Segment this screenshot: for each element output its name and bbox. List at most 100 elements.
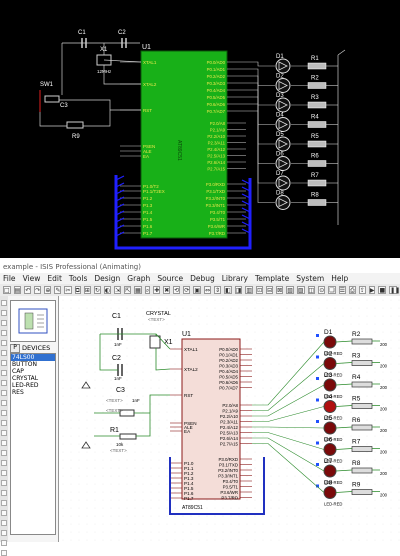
device-item[interactable]: CAP bbox=[11, 368, 55, 375]
menu-item-view[interactable]: View bbox=[23, 273, 41, 284]
mode-tool-24[interactable] bbox=[1, 540, 7, 546]
mode-tool-4[interactable] bbox=[1, 340, 7, 346]
mode-tool-12[interactable] bbox=[1, 420, 7, 426]
mode-tool-22[interactable] bbox=[1, 520, 7, 526]
mode-tool-7[interactable] bbox=[1, 370, 7, 376]
toolbar-button-11[interactable]: ⇲ bbox=[114, 286, 122, 294]
toolbar-button-10[interactable]: ◐ bbox=[103, 286, 112, 294]
mode-tool-18[interactable] bbox=[1, 480, 7, 486]
menu-item-design[interactable]: Design bbox=[94, 273, 120, 284]
device-item[interactable]: RES bbox=[11, 389, 55, 396]
toolbar-button-37[interactable]: ■ bbox=[378, 286, 387, 294]
mcu-right-pin-label: P0.7/AD7 bbox=[207, 109, 226, 114]
grid-dot bbox=[62, 315, 64, 317]
toolbar-button-24[interactable]: ▥ bbox=[245, 286, 254, 294]
reset-resistor bbox=[66, 121, 84, 129]
grid-dot bbox=[318, 531, 320, 533]
toolbar-button-12[interactable]: ⇱ bbox=[124, 286, 132, 294]
device-item[interactable]: BUTTON bbox=[11, 361, 55, 368]
toolbar-button-23[interactable]: ◨ bbox=[234, 286, 243, 294]
menu-item-debug[interactable]: Debug bbox=[190, 273, 215, 284]
toolbar-button-4[interactable]: ⊕ bbox=[44, 286, 52, 294]
toolbar-button-14[interactable]: ⌕ bbox=[144, 286, 151, 294]
toolbar-button-8[interactable]: ⊞ bbox=[83, 286, 91, 294]
toolbar-button-3[interactable]: ↷ bbox=[34, 286, 42, 294]
grid-dot bbox=[382, 499, 384, 501]
mode-tool-5[interactable] bbox=[1, 350, 7, 356]
mode-tool-0[interactable] bbox=[1, 300, 7, 306]
grid-dot bbox=[254, 531, 256, 533]
menu-item-source[interactable]: Source bbox=[157, 273, 183, 284]
mode-tool-6[interactable] bbox=[1, 360, 7, 366]
mode-tool-10[interactable] bbox=[1, 400, 7, 406]
led-feed-wire bbox=[252, 363, 325, 411]
grid-dot bbox=[150, 331, 152, 333]
device-item[interactable]: LED-RED bbox=[11, 382, 55, 389]
toolbar-button-25[interactable]: ⊡ bbox=[256, 286, 264, 294]
toolbar-button-17[interactable]: ⟲ bbox=[173, 286, 181, 294]
menu-item-library[interactable]: Library bbox=[222, 273, 248, 284]
toolbar-button-21[interactable]: ⇕ bbox=[214, 286, 222, 294]
menu-item-system[interactable]: System bbox=[296, 273, 324, 284]
toolbar-button-31[interactable]: ⊙ bbox=[318, 286, 326, 294]
mode-tool-2[interactable] bbox=[1, 320, 7, 326]
toolbar-button-35[interactable]: ⇪ bbox=[358, 286, 366, 294]
toolbar-button-36[interactable]: ▶ bbox=[368, 286, 376, 294]
toolbar-button-7[interactable]: ⧉ bbox=[74, 286, 81, 294]
pick-devices-button[interactable]: P bbox=[10, 344, 20, 353]
mode-tool-16[interactable] bbox=[1, 460, 7, 466]
toolbar-button-6[interactable]: ✂ bbox=[64, 286, 72, 294]
mode-tool-25[interactable] bbox=[1, 550, 7, 556]
device-list[interactable]: 74LS00 BUTTON CAP CRYSTAL LED-RED RES bbox=[10, 353, 56, 535]
device-item[interactable]: 74LS00 bbox=[11, 354, 55, 361]
toolbar-button-1[interactable]: ▤ bbox=[13, 286, 22, 294]
menu-item-help[interactable]: Help bbox=[331, 273, 348, 284]
menu-item-file[interactable]: File bbox=[3, 273, 16, 284]
menu-item-tools[interactable]: Tools bbox=[69, 273, 87, 284]
overview-window[interactable] bbox=[10, 300, 56, 342]
mode-tool-23[interactable] bbox=[1, 530, 7, 536]
mode-tool-20[interactable] bbox=[1, 500, 7, 506]
toolbar-button-15[interactable]: ✚ bbox=[153, 286, 161, 294]
mode-tool-1[interactable] bbox=[1, 310, 7, 316]
toolbar-button-16[interactable]: ✖ bbox=[163, 286, 171, 294]
mode-tool-14[interactable] bbox=[1, 440, 7, 446]
toolbar-button-30[interactable]: ◫ bbox=[307, 286, 316, 294]
grid-dot bbox=[62, 451, 64, 453]
menu-item-template[interactable]: Template bbox=[255, 273, 289, 284]
menu-item-graph[interactable]: Graph bbox=[127, 273, 150, 284]
toolbar-button-34[interactable]: ⎙ bbox=[349, 286, 356, 294]
toolbar-button-22[interactable]: ◧ bbox=[224, 286, 232, 294]
toolbar-button-5[interactable]: ✎ bbox=[54, 286, 62, 294]
grid-dot bbox=[86, 371, 88, 373]
led-resistor-label: R8 bbox=[311, 193, 319, 199]
toolbar-button-19[interactable]: ▣ bbox=[193, 286, 202, 294]
toolbar-button-32[interactable]: ❏ bbox=[328, 286, 336, 294]
mode-tool-19[interactable] bbox=[1, 490, 7, 496]
toolbar-button-33[interactable]: ☰ bbox=[338, 286, 347, 294]
grid-dot bbox=[182, 531, 184, 533]
device-item[interactable]: CRYSTAL bbox=[11, 375, 55, 382]
toolbar-button-26[interactable]: ⊟ bbox=[266, 286, 274, 294]
mode-tool-15[interactable] bbox=[1, 450, 7, 456]
mode-tool-11[interactable] bbox=[1, 410, 7, 416]
toolbar-button-13[interactable]: ▦ bbox=[134, 286, 142, 294]
toolbar-button-27[interactable]: ⊠ bbox=[276, 286, 284, 294]
toolbar-button-0[interactable]: □ bbox=[3, 286, 11, 294]
mode-tool-9[interactable] bbox=[1, 390, 7, 396]
mode-tool-17[interactable] bbox=[1, 470, 7, 476]
mode-tool-21[interactable] bbox=[1, 510, 7, 516]
toolbar-button-29[interactable]: ▨ bbox=[296, 286, 305, 294]
toolbar-button-2[interactable]: ↶ bbox=[24, 286, 32, 294]
toolbar-button-38[interactable]: ❚❚ bbox=[389, 286, 400, 294]
mode-tool-13[interactable] bbox=[1, 430, 7, 436]
mode-tool-3[interactable] bbox=[1, 330, 7, 336]
grid-dot bbox=[62, 443, 64, 445]
menu-item-edit[interactable]: Edit bbox=[47, 273, 62, 284]
schematic-canvas[interactable]: U1 AT89C51 XTAL1 XTAL2 RST PSEN ALE EA P1.0 P1.1 P… bbox=[59, 296, 400, 542]
mode-tool-8[interactable] bbox=[1, 380, 7, 386]
toolbar-button-28[interactable]: ▧ bbox=[286, 286, 294, 294]
toolbar-button-18[interactable]: ⟳ bbox=[183, 286, 191, 294]
toolbar-button-9[interactable]: ↻ bbox=[93, 286, 101, 294]
toolbar-button-20[interactable]: ⇔ bbox=[204, 286, 212, 294]
